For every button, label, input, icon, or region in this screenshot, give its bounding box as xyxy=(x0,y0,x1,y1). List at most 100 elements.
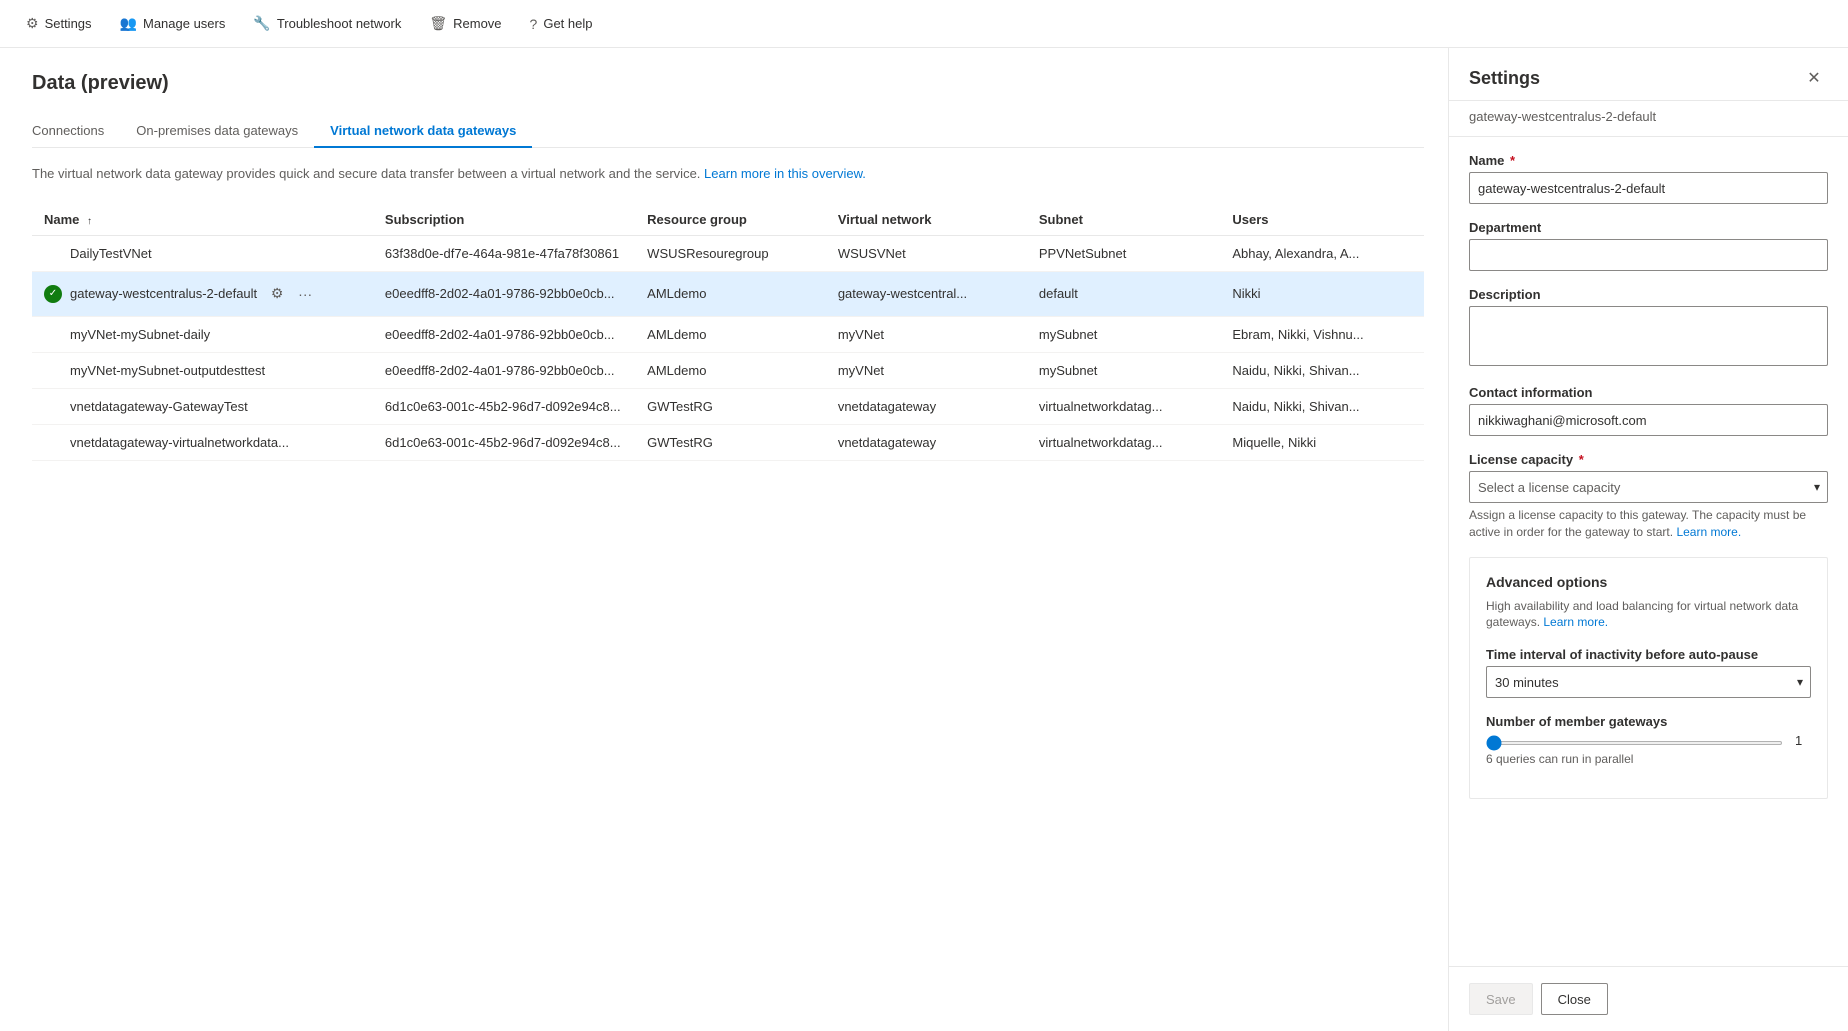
col-header-subnet: Subnet xyxy=(1027,204,1221,236)
member-gateways-value: 1 xyxy=(1795,733,1811,748)
cell-virtual-network: vnetdatagateway xyxy=(826,424,1027,460)
cell-subscription: e0eedff8-2d02-4a01-9786-92bb0e0cb... xyxy=(373,316,635,352)
troubleshoot-icon: 🔧 xyxy=(253,15,270,32)
cell-resource-group: AMLdemo xyxy=(635,271,826,316)
col-header-name: Name ↑ xyxy=(32,204,373,236)
help-icon: ? xyxy=(530,16,538,32)
toolbar-get-help[interactable]: ? Get help xyxy=(520,10,603,38)
cell-users: Abhay, Alexandra, A... xyxy=(1220,235,1424,271)
settings-title: Settings xyxy=(1469,68,1540,89)
row-name-text: myVNet-mySubnet-outputdesttest xyxy=(70,363,265,378)
cell-subscription: 6d1c0e63-001c-45b2-96d7-d092e94c8... xyxy=(373,388,635,424)
cell-subnet: virtualnetworkdatag... xyxy=(1027,424,1221,460)
contact-input[interactable] xyxy=(1469,404,1828,436)
member-gateways-slider[interactable] xyxy=(1486,741,1783,745)
col-header-virtual-network: Virtual network xyxy=(826,204,1027,236)
description-textarea[interactable] xyxy=(1469,306,1828,366)
row-name-text: gateway-westcentralus-2-default xyxy=(70,286,257,301)
row-name-text: vnetdatagateway-GatewayTest xyxy=(70,399,248,414)
contact-label: Contact information xyxy=(1469,385,1828,400)
cell-users: Ebram, Nikki, Vishnu... xyxy=(1220,316,1424,352)
table-row[interactable]: myVNet-mySubnet-dailye0eedff8-2d02-4a01-… xyxy=(32,316,1424,352)
cell-resource-group: GWTestRG xyxy=(635,388,826,424)
settings-icon: ⚙ xyxy=(26,15,39,32)
cell-subnet: mySubnet xyxy=(1027,352,1221,388)
row-settings-button[interactable]: ⚙ xyxy=(265,282,289,306)
sort-icon-name: ↑ xyxy=(87,216,92,227)
cell-subscription: 6d1c0e63-001c-45b2-96d7-d092e94c8... xyxy=(373,424,635,460)
table-row[interactable]: ✓ gateway-westcentralus-2-default ⚙··· e0ee… xyxy=(32,271,1424,316)
cell-resource-group: GWTestRG xyxy=(635,424,826,460)
learn-more-link[interactable]: Learn more in this overview. xyxy=(704,166,866,181)
cell-name: DailyTestVNet xyxy=(32,235,373,271)
cell-subscription: e0eedff8-2d02-4a01-9786-92bb0e0cb... xyxy=(373,271,635,316)
time-interval-select[interactable]: 5 minutes 10 minutes 15 minutes 30 minut… xyxy=(1486,666,1811,698)
settings-panel: Settings ✕ gateway-westcentralus-2-defau… xyxy=(1448,48,1848,1031)
table-header-row: Name ↑ Subscription Resource group Virtu… xyxy=(32,204,1424,236)
toolbar-settings[interactable]: ⚙ Settings xyxy=(16,9,102,38)
table-row[interactable]: vnetdatagateway-virtualnetworkdata...6d1… xyxy=(32,424,1424,460)
description-text: The virtual network data gateway provide… xyxy=(32,164,1424,184)
cell-name: myVNet-mySubnet-outputdesttest xyxy=(32,352,373,388)
name-input[interactable] xyxy=(1469,172,1828,204)
license-select-wrapper: Select a license capacity ▾ xyxy=(1469,471,1828,503)
table-row[interactable]: vnetdatagateway-GatewayTest 6d1c0e63-001c… xyxy=(32,388,1424,424)
cell-subnet: virtualnetworkdatag... xyxy=(1027,388,1221,424)
close-button[interactable]: Close xyxy=(1541,983,1608,1015)
table-row[interactable]: DailyTestVNet63f38d0e-df7e-464a-981e-47f… xyxy=(32,235,1424,271)
slider-row: 1 xyxy=(1486,733,1811,748)
toolbar-troubleshoot-label: Troubleshoot network xyxy=(277,16,402,31)
advanced-options-box: Advanced options High availability and l… xyxy=(1469,557,1828,800)
cell-subnet: default xyxy=(1027,271,1221,316)
description-group: Description xyxy=(1469,287,1828,369)
cell-virtual-network: WSUSVNet xyxy=(826,235,1027,271)
tab-on-premises[interactable]: On-premises data gateways xyxy=(120,115,314,148)
tab-virtual-network[interactable]: Virtual network data gateways xyxy=(314,115,532,148)
col-header-resource-group: Resource group xyxy=(635,204,826,236)
cell-resource-group: AMLdemo xyxy=(635,316,826,352)
advanced-options-desc: High availability and load balancing for… xyxy=(1486,598,1811,632)
cell-virtual-network: myVNet xyxy=(826,316,1027,352)
cell-virtual-network: myVNet xyxy=(826,352,1027,388)
member-gateways-group: Number of member gateways 1 6 queries ca… xyxy=(1486,714,1811,766)
slider-wrapper xyxy=(1486,733,1783,748)
settings-footer: Save Close xyxy=(1449,966,1848,1031)
toolbar-troubleshoot-network[interactable]: 🔧 Troubleshoot network xyxy=(243,9,411,38)
description-label: Description xyxy=(1469,287,1828,302)
department-input[interactable] xyxy=(1469,239,1828,271)
save-button[interactable]: Save xyxy=(1469,983,1533,1015)
cell-virtual-network: gateway-westcentral... xyxy=(826,271,1027,316)
data-table: Name ↑ Subscription Resource group Virtu… xyxy=(32,204,1424,461)
license-learn-more-link[interactable]: Learn more. xyxy=(1676,525,1741,539)
toolbar-settings-label: Settings xyxy=(45,16,92,31)
license-help: Assign a license capacity to this gatewa… xyxy=(1469,507,1828,541)
name-label: Name * xyxy=(1469,153,1828,168)
cell-users: Miquelle, Nikki xyxy=(1220,424,1424,460)
settings-body: Name * Department Description Contact in… xyxy=(1449,137,1848,966)
license-group: License capacity * Select a license capa… xyxy=(1469,452,1828,541)
toolbar: ⚙ Settings 👥 Manage users 🔧 Troubleshoot… xyxy=(0,0,1848,48)
cell-subscription: e0eedff8-2d02-4a01-9786-92bb0e0cb... xyxy=(373,352,635,388)
cell-subnet: PPVNetSubnet xyxy=(1027,235,1221,271)
advanced-learn-more-link[interactable]: Learn more. xyxy=(1543,615,1608,629)
table-row[interactable]: myVNet-mySubnet-outputdesttest e0eedff8-2… xyxy=(32,352,1424,388)
check-icon: ✓ xyxy=(44,285,62,303)
cell-resource-group: AMLdemo xyxy=(635,352,826,388)
toolbar-manage-users[interactable]: 👥 Manage users xyxy=(110,9,236,38)
license-select[interactable]: Select a license capacity xyxy=(1469,471,1828,503)
manage-users-icon: 👥 xyxy=(120,15,137,32)
toolbar-remove-label: Remove xyxy=(453,16,501,31)
remove-icon: 🗑 xyxy=(429,15,447,32)
settings-header: Settings ✕ xyxy=(1449,48,1848,101)
time-interval-label: Time interval of inactivity before auto-… xyxy=(1486,647,1811,662)
tab-connections[interactable]: Connections xyxy=(32,115,120,148)
time-interval-group: Time interval of inactivity before auto-… xyxy=(1486,647,1811,698)
cell-users: Naidu, Nikki, Shivan... xyxy=(1220,388,1424,424)
close-panel-button[interactable]: ✕ xyxy=(1800,64,1828,92)
row-more-button[interactable]: ··· xyxy=(293,282,317,306)
contact-group: Contact information xyxy=(1469,385,1828,436)
name-group: Name * xyxy=(1469,153,1828,204)
department-label: Department xyxy=(1469,220,1828,235)
toolbar-remove[interactable]: 🗑 Remove xyxy=(419,9,511,38)
tabs: Connections On-premises data gateways Vi… xyxy=(32,115,1424,148)
